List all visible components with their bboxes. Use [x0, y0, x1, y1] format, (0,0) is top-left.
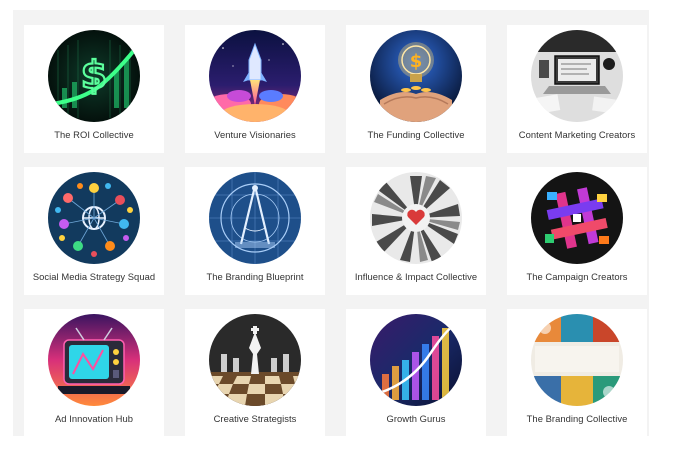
collective-card-branding-blueprint[interactable]: The Branding Blueprint [185, 167, 325, 295]
collective-label: The Branding Collective [526, 413, 628, 424]
lightbulb-dollar-icon: $ [370, 30, 462, 122]
brand-collage-icon [531, 314, 623, 406]
dollar-growth-chart-icon: $ [48, 30, 140, 122]
blueprint-compass-icon [209, 172, 301, 264]
rising-bars-icon [370, 314, 462, 406]
hands-heart-icon [370, 172, 462, 264]
collective-label: Influence & Impact Collective [354, 271, 478, 282]
collective-label: The ROI Collective [54, 129, 134, 140]
collective-label: The Campaign Creators [526, 271, 628, 282]
collective-label: The Funding Collective [367, 129, 465, 140]
svg-text:$: $ [410, 51, 423, 72]
collective-card-growth-gurus[interactable]: Growth Gurus [346, 309, 486, 437]
collective-label: Ad Innovation Hub [55, 413, 133, 424]
collective-card-funding[interactable]: $ The Funding Collective [346, 25, 486, 153]
collective-card-content-marketing[interactable]: Content Marketing Creators [507, 25, 647, 153]
collective-card-branding-collective[interactable]: The Branding Collective [507, 309, 647, 437]
hashtag-icon [531, 172, 623, 264]
retro-tv-icon [48, 314, 140, 406]
collective-card-venture-visionaries[interactable]: Venture Visionaries [185, 25, 325, 153]
collective-card-campaign-creators[interactable]: The Campaign Creators [507, 167, 647, 295]
collective-card-creative-strategists[interactable]: Creative Strategists [185, 309, 325, 437]
svg-text:$: $ [81, 53, 107, 97]
collective-card-social-media[interactable]: Social Media Strategy Squad [24, 167, 164, 295]
chess-board-icon [209, 314, 301, 406]
collective-label: Content Marketing Creators [518, 129, 636, 140]
collective-card-ad-innovation[interactable]: Ad Innovation Hub [24, 309, 164, 437]
collective-card-roi[interactable]: $ The ROI Collective [24, 25, 164, 153]
collective-label: Creative Strategists [213, 413, 297, 424]
social-network-globe-icon [48, 172, 140, 264]
collective-label: Venture Visionaries [214, 129, 296, 140]
collective-label: Growth Gurus [386, 413, 446, 424]
collective-card-influence-impact[interactable]: Influence & Impact Collective [346, 167, 486, 295]
rocket-launch-icon [209, 30, 301, 122]
collective-label: Social Media Strategy Squad [32, 271, 156, 282]
laptop-desk-icon [531, 30, 623, 122]
collective-label: The Branding Blueprint [206, 271, 304, 282]
